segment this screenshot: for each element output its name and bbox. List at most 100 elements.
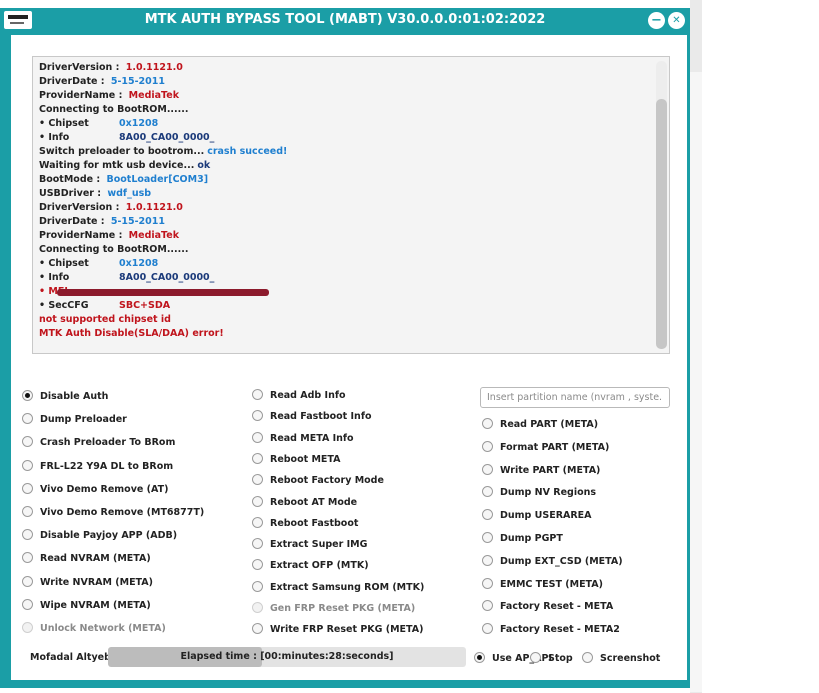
option-reboot-fastboot[interactable]: Reboot Fastboot xyxy=(252,516,358,532)
option-extract-samsung-rom-mtk[interactable]: Extract Samsung ROM (MTK) xyxy=(252,580,424,596)
log-line-value: 5-15-2011 xyxy=(110,216,166,227)
radio-icon[interactable] xyxy=(252,581,263,592)
log-line-value: BootLoader[COM3] xyxy=(106,174,209,185)
radio-icon[interactable] xyxy=(22,413,33,424)
partition-name-input[interactable] xyxy=(480,387,670,408)
radio-icon[interactable] xyxy=(252,496,263,507)
radio-icon[interactable] xyxy=(252,453,263,464)
radio-icon[interactable] xyxy=(482,578,493,589)
radio-icon[interactable] xyxy=(252,623,263,634)
option-factory-reset-meta[interactable]: Factory Reset - META xyxy=(482,599,613,615)
option-read-part-meta[interactable]: Read PART (META) xyxy=(482,417,598,433)
radio-icon[interactable] xyxy=(482,555,493,566)
log-line-value: ok xyxy=(197,160,211,171)
option-reboot-meta[interactable]: Reboot META xyxy=(252,452,341,468)
option-disable-auth[interactable]: Disable Auth xyxy=(22,389,108,405)
log-line-label: ProviderName : xyxy=(39,230,126,241)
radio-icon[interactable] xyxy=(22,506,33,517)
minimize-button[interactable]: − xyxy=(648,12,665,29)
log-line-value: MediaTek xyxy=(128,90,180,101)
option-vivo-demo-remove-at[interactable]: Vivo Demo Remove (AT) xyxy=(22,482,168,498)
option-label: Write NVRAM (META) xyxy=(40,577,153,588)
option-extract-ofp-mtk[interactable]: Extract OFP (MTK) xyxy=(252,558,369,574)
option-read-adb-info[interactable]: Read Adb Info xyxy=(252,388,346,404)
mode-stop[interactable]: Stop xyxy=(530,651,573,667)
option-read-meta-info[interactable]: Read META Info xyxy=(252,431,354,447)
option-crash-preloader-to-brom[interactable]: Crash Preloader To BRom xyxy=(22,435,175,451)
radio-icon[interactable] xyxy=(482,509,493,520)
option-unlock-network-meta[interactable]: Unlock Network (META) xyxy=(22,621,166,637)
log-line-label: • Info xyxy=(39,272,70,283)
radio-icon[interactable] xyxy=(22,390,33,401)
option-dump-pgpt[interactable]: Dump PGPT xyxy=(482,531,563,547)
option-label: Write PART (META) xyxy=(500,465,601,476)
radio-icon[interactable] xyxy=(252,474,263,485)
option-factory-reset-meta2[interactable]: Factory Reset - META2 xyxy=(482,622,620,638)
minus-icon: − xyxy=(651,13,662,28)
radio-icon[interactable] xyxy=(482,464,493,475)
radio-icon[interactable] xyxy=(22,552,33,563)
option-label: Dump NV Regions xyxy=(500,487,597,498)
radio-icon[interactable] xyxy=(482,600,493,611)
log-line: • Info 8A00_CA00_0000_ xyxy=(39,131,649,145)
option-write-frp-reset-pkg-meta[interactable]: Write FRP Reset PKG (META) xyxy=(252,622,423,638)
radio-icon[interactable] xyxy=(530,652,541,663)
log-line-label: • Info xyxy=(39,132,70,143)
option-write-part-meta[interactable]: Write PART (META) xyxy=(482,463,600,479)
option-reboot-at-mode[interactable]: Reboot AT Mode xyxy=(252,495,357,511)
option-gen-frp-reset-pkg-meta[interactable]: Gen FRP Reset PKG (META) xyxy=(252,601,415,617)
option-read-fastboot-info[interactable]: Read Fastboot Info xyxy=(252,409,371,425)
option-emmc-test-meta[interactable]: EMMC TEST (META) xyxy=(482,577,603,593)
radio-icon[interactable] xyxy=(22,460,33,471)
log-line-label: DriverDate : xyxy=(39,216,108,227)
radio-icon[interactable] xyxy=(252,517,263,528)
title-bar[interactable]: MTK AUTH BYPASS TOOL (MABT) V30.0.0.0:01… xyxy=(0,8,690,34)
log-panel[interactable]: DriverVersion : 1.0.1121.0 DriverDate : 5… xyxy=(32,56,670,354)
radio-icon[interactable] xyxy=(252,559,263,570)
mode-screenshot[interactable]: Screenshot xyxy=(582,651,660,667)
radio-icon[interactable] xyxy=(252,538,263,549)
radio-icon[interactable] xyxy=(252,602,263,613)
option-label: Disable Payjoy APP (ADB) xyxy=(40,530,178,541)
radio-icon[interactable] xyxy=(482,441,493,452)
log-line-label: Connecting to BootROM...... xyxy=(39,244,189,255)
close-icon: ✕ xyxy=(672,15,681,26)
radio-icon[interactable] xyxy=(252,432,263,443)
option-frl-l22-y9a-dl-to-brom[interactable]: FRL-L22 Y9A DL to BRom xyxy=(22,459,173,475)
radio-icon[interactable] xyxy=(582,652,593,663)
option-label: Dump USERAREA xyxy=(500,510,592,521)
option-label: Crash Preloader To BRom xyxy=(40,437,176,448)
option-dump-preloader[interactable]: Dump Preloader xyxy=(22,412,127,428)
radio-icon[interactable] xyxy=(482,532,493,543)
option-write-nvram-meta[interactable]: Write NVRAM (META) xyxy=(22,575,153,591)
radio-icon[interactable] xyxy=(22,436,33,447)
radio-icon[interactable] xyxy=(482,418,493,429)
radio-icon[interactable] xyxy=(252,389,263,400)
radio-icon[interactable] xyxy=(22,576,33,587)
radio-icon[interactable] xyxy=(22,529,33,540)
log-line-value: 8A00_CA00_0000_ xyxy=(119,272,215,283)
option-vivo-demo-remove-mt6877t[interactable]: Vivo Demo Remove (MT6877T) xyxy=(22,505,204,521)
log-line: BootMode : BootLoader[COM3] xyxy=(39,173,649,187)
option-dump-nv-regions[interactable]: Dump NV Regions xyxy=(482,485,596,501)
radio-icon[interactable] xyxy=(482,486,493,497)
option-read-nvram-meta[interactable]: Read NVRAM (META) xyxy=(22,551,151,567)
option-dump-userarea[interactable]: Dump USERAREA xyxy=(482,508,592,524)
log-scroll-thumb[interactable] xyxy=(656,99,667,349)
option-dump-ext-csd-meta[interactable]: Dump EXT_CSD (META) xyxy=(482,554,623,570)
log-scrollbar[interactable] xyxy=(656,61,667,349)
elapsed-label: Elapsed time : xyxy=(180,651,261,662)
radio-icon[interactable] xyxy=(474,652,485,663)
option-extract-super-img[interactable]: Extract Super IMG xyxy=(252,537,367,553)
option-wipe-nvram-meta[interactable]: Wipe NVRAM (META) xyxy=(22,598,151,614)
radio-icon[interactable] xyxy=(22,599,33,610)
close-button[interactable]: ✕ xyxy=(668,12,685,29)
radio-icon[interactable] xyxy=(22,483,33,494)
elapsed-value: [00:minutes:28:seconds] xyxy=(260,651,394,662)
radio-icon[interactable] xyxy=(252,410,263,421)
option-disable-payjoy-app-adb[interactable]: Disable Payjoy APP (ADB) xyxy=(22,528,177,544)
radio-icon[interactable] xyxy=(22,622,33,633)
option-format-part-meta[interactable]: Format PART (META) xyxy=(482,440,609,456)
radio-icon[interactable] xyxy=(482,623,493,634)
option-reboot-factory-mode[interactable]: Reboot Factory Mode xyxy=(252,473,384,489)
